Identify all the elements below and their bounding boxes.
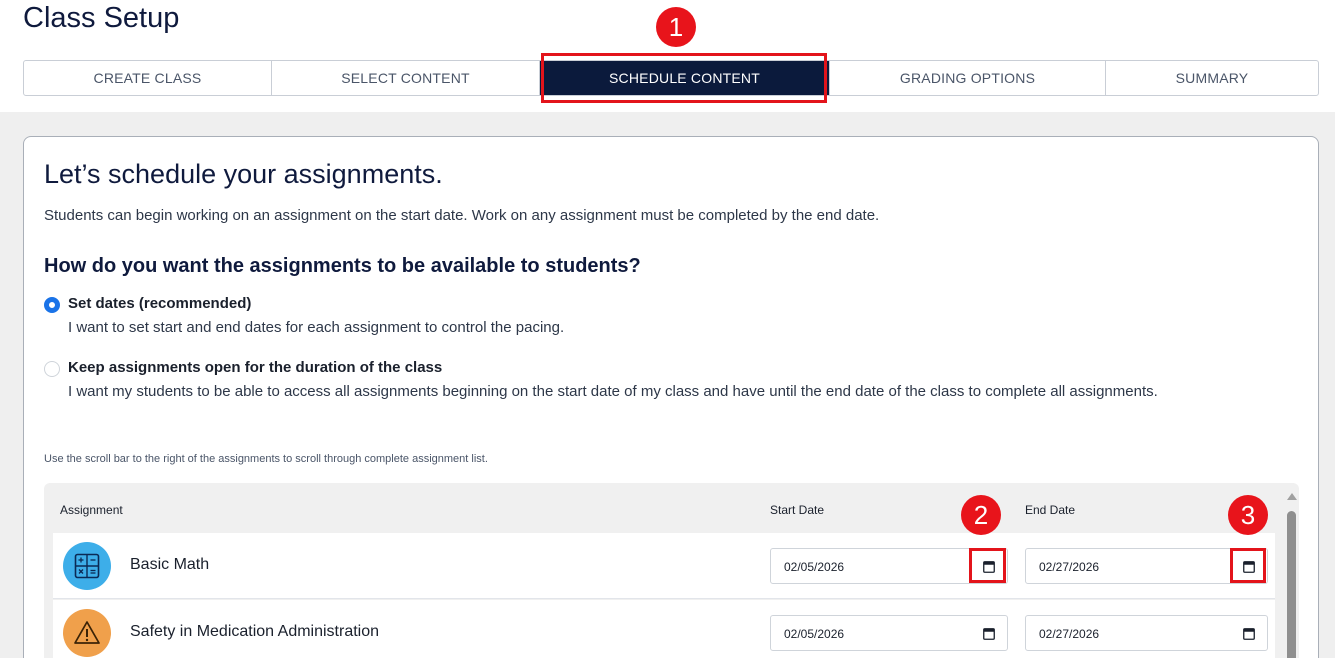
table-row: Basic Math 02/05/2026 02/27/2026 (53, 533, 1275, 599)
end-calendar-highlight-box (1230, 548, 1266, 583)
assignments-scrollbar[interactable] (1286, 493, 1297, 658)
column-header-start-date: Start Date (770, 503, 825, 517)
assignments-table: Assignment Start Date End Date Basic Mat… (44, 483, 1299, 658)
scroll-up-arrow-icon[interactable] (1287, 493, 1297, 500)
start-date-value: 02/05/2026 (784, 627, 845, 641)
callout-1: 1 (656, 7, 696, 47)
table-row: Safety in Medication Administration 02/0… (53, 600, 1275, 658)
assignment-name: Safety in Medication Administration (130, 623, 380, 640)
calculator-icon (63, 542, 111, 590)
start-date-input[interactable]: 02/05/2026 (770, 615, 1008, 651)
schedule-card: Let’s schedule your assignments. Student… (23, 136, 1319, 658)
start-calendar-highlight-box (969, 548, 1006, 583)
set-dates-description: I want to set start and end dates for ea… (68, 319, 565, 336)
end-date-input[interactable]: 02/27/2026 (1025, 615, 1268, 651)
header: Class Setup CREATE CLASS SELECT CONTENT … (0, 0, 1335, 112)
calendar-icon[interactable] (1243, 627, 1255, 640)
calendar-icon[interactable] (983, 627, 995, 640)
page-title: Class Setup (23, 2, 180, 34)
keep-open-description: I want my students to be able to access … (68, 383, 1158, 400)
end-date-value: 02/27/2026 (1039, 560, 1100, 574)
start-date-value: 02/05/2026 (784, 560, 845, 574)
step-grading-options[interactable]: GRADING OPTIONS (830, 61, 1106, 95)
callout-2: 2 (961, 495, 1001, 535)
card-heading: Let’s schedule your assignments. (44, 159, 443, 189)
step-select-content[interactable]: SELECT CONTENT (272, 61, 540, 95)
column-header-assignment: Assignment (60, 503, 123, 517)
callout-3: 3 (1228, 495, 1268, 535)
step-summary[interactable]: SUMMARY (1106, 61, 1318, 95)
availability-question: How do you want the assignments to be av… (44, 255, 641, 277)
end-date-value: 02/27/2026 (1039, 627, 1100, 641)
keep-open-label: Keep assignments open for the duration o… (68, 359, 443, 376)
scrollbar-thumb[interactable] (1287, 511, 1296, 658)
set-dates-radio[interactable] (44, 297, 60, 313)
keep-open-radio[interactable] (44, 361, 60, 377)
step-create-class[interactable]: CREATE CLASS (24, 61, 272, 95)
card-intro: Students can begin working on an assignm… (44, 207, 880, 224)
assignment-name: Basic Math (130, 556, 210, 573)
warning-icon (63, 609, 111, 657)
step-highlight-box (541, 53, 827, 103)
set-dates-label: Set dates (recommended) (68, 295, 252, 312)
column-header-end-date: End Date (1025, 503, 1076, 517)
scroll-hint: Use the scroll bar to the right of the a… (44, 453, 488, 465)
